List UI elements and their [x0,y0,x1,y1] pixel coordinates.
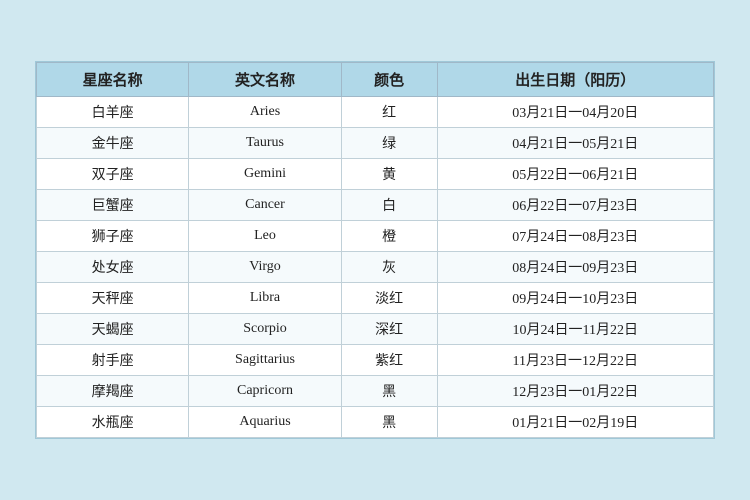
cell-dates: 05月22日一06月21日 [437,159,713,190]
table-row: 双子座Gemini黄05月22日一06月21日 [37,159,714,190]
cell-color: 紫红 [341,345,437,376]
cell-dates: 07月24日一08月23日 [437,221,713,252]
cell-english-name: Virgo [189,252,341,283]
table-row: 白羊座Aries红03月21日一04月20日 [37,97,714,128]
table-row: 射手座Sagittarius紫红11月23日一12月22日 [37,345,714,376]
cell-dates: 03月21日一04月20日 [437,97,713,128]
cell-dates: 04月21日一05月21日 [437,128,713,159]
cell-chinese-name: 巨蟹座 [37,190,189,221]
cell-english-name: Scorpio [189,314,341,345]
table-row: 巨蟹座Cancer白06月22日一07月23日 [37,190,714,221]
table-header-row: 星座名称 英文名称 颜色 出生日期（阳历） [37,63,714,97]
cell-color: 绿 [341,128,437,159]
cell-color: 灰 [341,252,437,283]
cell-color: 淡红 [341,283,437,314]
cell-chinese-name: 金牛座 [37,128,189,159]
cell-chinese-name: 天蝎座 [37,314,189,345]
zodiac-table-container: 星座名称 英文名称 颜色 出生日期（阳历） 白羊座Aries红03月21日一04… [35,61,715,439]
cell-english-name: Leo [189,221,341,252]
cell-color: 黑 [341,376,437,407]
cell-chinese-name: 双子座 [37,159,189,190]
header-english-name: 英文名称 [189,63,341,97]
cell-color: 白 [341,190,437,221]
cell-chinese-name: 狮子座 [37,221,189,252]
cell-chinese-name: 摩羯座 [37,376,189,407]
table-row: 水瓶座Aquarius黑01月21日一02月19日 [37,407,714,438]
cell-english-name: Taurus [189,128,341,159]
cell-chinese-name: 水瓶座 [37,407,189,438]
cell-english-name: Sagittarius [189,345,341,376]
cell-dates: 11月23日一12月22日 [437,345,713,376]
table-body: 白羊座Aries红03月21日一04月20日金牛座Taurus绿04月21日一0… [37,97,714,438]
cell-english-name: Aries [189,97,341,128]
table-row: 金牛座Taurus绿04月21日一05月21日 [37,128,714,159]
cell-color: 橙 [341,221,437,252]
header-birth-date: 出生日期（阳历） [437,63,713,97]
cell-chinese-name: 白羊座 [37,97,189,128]
cell-chinese-name: 射手座 [37,345,189,376]
header-color: 颜色 [341,63,437,97]
cell-dates: 06月22日一07月23日 [437,190,713,221]
cell-dates: 09月24日一10月23日 [437,283,713,314]
cell-dates: 10月24日一11月22日 [437,314,713,345]
cell-dates: 12月23日一01月22日 [437,376,713,407]
table-row: 天蝎座Scorpio深红10月24日一11月22日 [37,314,714,345]
cell-color: 黑 [341,407,437,438]
cell-english-name: Capricorn [189,376,341,407]
table-row: 狮子座Leo橙07月24日一08月23日 [37,221,714,252]
cell-chinese-name: 处女座 [37,252,189,283]
header-chinese-name: 星座名称 [37,63,189,97]
table-row: 摩羯座Capricorn黑12月23日一01月22日 [37,376,714,407]
table-row: 处女座Virgo灰08月24日一09月23日 [37,252,714,283]
cell-dates: 08月24日一09月23日 [437,252,713,283]
cell-english-name: Cancer [189,190,341,221]
cell-english-name: Libra [189,283,341,314]
cell-color: 深红 [341,314,437,345]
cell-english-name: Aquarius [189,407,341,438]
cell-color: 黄 [341,159,437,190]
cell-chinese-name: 天秤座 [37,283,189,314]
cell-english-name: Gemini [189,159,341,190]
table-row: 天秤座Libra淡红09月24日一10月23日 [37,283,714,314]
cell-color: 红 [341,97,437,128]
zodiac-table: 星座名称 英文名称 颜色 出生日期（阳历） 白羊座Aries红03月21日一04… [36,62,714,438]
cell-dates: 01月21日一02月19日 [437,407,713,438]
